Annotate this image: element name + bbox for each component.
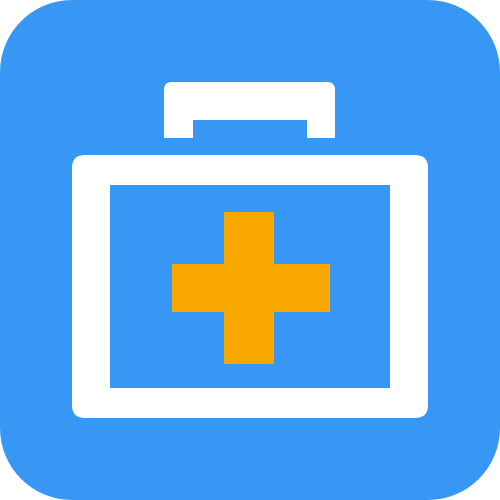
app-icon-canvas — [0, 0, 500, 500]
first-aid-kit-icon — [0, 0, 500, 500]
